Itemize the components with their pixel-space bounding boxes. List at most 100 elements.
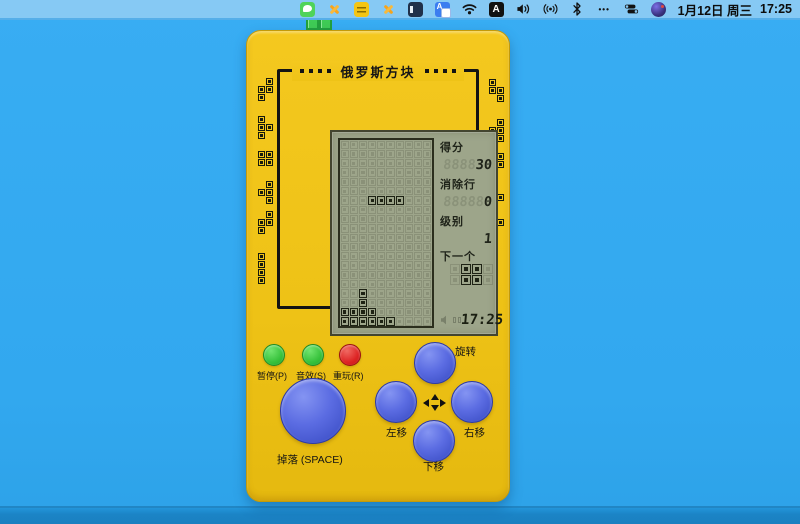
empty-cell — [377, 252, 386, 261]
empty-cell — [404, 187, 414, 196]
empty-cell — [340, 196, 349, 205]
empty-cell — [414, 289, 423, 298]
pause-button[interactable] — [263, 344, 285, 366]
empty-cell — [377, 159, 386, 168]
sound-button[interactable] — [302, 344, 324, 366]
empty-cell — [377, 261, 386, 270]
block-cell — [340, 307, 349, 317]
block-cell — [358, 298, 368, 308]
move-down-button[interactable] — [413, 420, 455, 462]
decor-tetromino — [257, 115, 273, 139]
empty-cell — [377, 224, 386, 233]
empty-cell — [358, 196, 368, 205]
empty-cell — [340, 233, 349, 243]
empty-cell — [423, 252, 432, 261]
more-icon[interactable]: ••• — [597, 2, 612, 17]
empty-cell — [358, 252, 368, 261]
empty-cell — [404, 307, 414, 317]
empty-cell — [377, 168, 386, 177]
empty-cell — [368, 270, 377, 280]
empty-cell — [395, 224, 405, 233]
control-center-icon[interactable] — [624, 2, 639, 17]
restart-button[interactable] — [339, 344, 361, 366]
translate-icon[interactable] — [434, 1, 451, 18]
empty-cell — [349, 196, 359, 205]
move-left-button[interactable] — [375, 381, 417, 423]
menu-clock[interactable]: 1月12日 周三 17:25 — [678, 0, 792, 19]
empty-cell — [377, 270, 386, 280]
menu-icons: A ••• — [299, 1, 666, 18]
empty-cell — [377, 298, 386, 308]
empty-cell — [368, 149, 377, 159]
empty-cell — [395, 242, 405, 252]
lcd-clock: 17:25 — [460, 312, 504, 328]
decor-tetromino — [257, 210, 273, 234]
bluetooth-icon[interactable] — [570, 2, 585, 17]
empty-cell — [395, 307, 405, 317]
empty-cell — [414, 214, 423, 224]
score-stat: 得分 888830 — [440, 139, 493, 173]
notes-icon[interactable] — [353, 1, 369, 17]
restart-label: 重玩(R) — [333, 371, 364, 381]
lines-value: 888880 — [442, 194, 493, 210]
empty-cell — [349, 187, 359, 196]
next-block-cell — [471, 274, 482, 285]
empty-cell — [404, 196, 414, 205]
empty-cell — [358, 159, 368, 168]
empty-cell — [368, 242, 377, 252]
rotate-button[interactable] — [414, 342, 456, 384]
swap-icon[interactable] — [381, 2, 396, 17]
empty-cell — [395, 289, 405, 298]
empty-cell — [368, 289, 377, 298]
empty-cell — [386, 149, 395, 159]
empty-cell — [377, 289, 386, 298]
tetris-console: 俄罗斯方块 得分 888830 消除行 888880 级别 1 下一个 17:2… — [246, 30, 510, 502]
empty-cell — [404, 168, 414, 177]
swap-icon[interactable] — [327, 2, 342, 17]
empty-cell — [368, 224, 377, 233]
move-down-label: 下移 — [423, 461, 444, 473]
wifi-icon[interactable] — [462, 2, 477, 17]
decor-tetromino — [257, 252, 265, 284]
speaker-icon — [440, 315, 461, 325]
hotspot-icon[interactable] — [543, 2, 558, 17]
next-block-cell — [471, 263, 482, 274]
drop-button[interactable] — [280, 378, 346, 444]
empty-cell — [423, 168, 432, 177]
empty-cell — [349, 242, 359, 252]
empty-cell — [377, 177, 386, 187]
empty-cell — [377, 205, 386, 215]
wechat-icon[interactable] — [299, 1, 315, 17]
playfield-grid — [338, 138, 434, 328]
menu-date[interactable]: 1月12日 周三 — [678, 0, 752, 19]
empty-cell — [368, 252, 377, 261]
empty-cell — [423, 233, 432, 243]
terminal-icon[interactable] — [407, 1, 423, 17]
empty-cell — [423, 317, 432, 326]
block-cell — [368, 307, 377, 317]
empty-cell — [340, 298, 349, 308]
empty-cell — [349, 214, 359, 224]
empty-cell — [368, 205, 377, 215]
menu-time[interactable]: 17:25 — [760, 2, 792, 16]
volume-icon[interactable] — [516, 2, 531, 17]
move-right-button[interactable] — [451, 381, 493, 423]
empty-cell — [386, 159, 395, 168]
input-a-icon[interactable]: A — [488, 1, 504, 17]
empty-cell — [404, 252, 414, 261]
empty-cell — [349, 280, 359, 289]
empty-cell — [395, 233, 405, 243]
empty-cell — [395, 159, 405, 168]
decor-tetromino — [257, 150, 273, 166]
empty-cell — [368, 159, 377, 168]
empty-cell — [340, 140, 349, 150]
purple-app-icon[interactable] — [650, 1, 666, 17]
empty-cell — [414, 224, 423, 233]
block-cell — [358, 317, 368, 326]
empty-cell — [404, 270, 414, 280]
empty-cell — [414, 159, 423, 168]
empty-cell — [349, 168, 359, 177]
empty-cell — [377, 187, 386, 196]
empty-cell — [423, 177, 432, 187]
wallpaper-floor — [0, 508, 800, 524]
